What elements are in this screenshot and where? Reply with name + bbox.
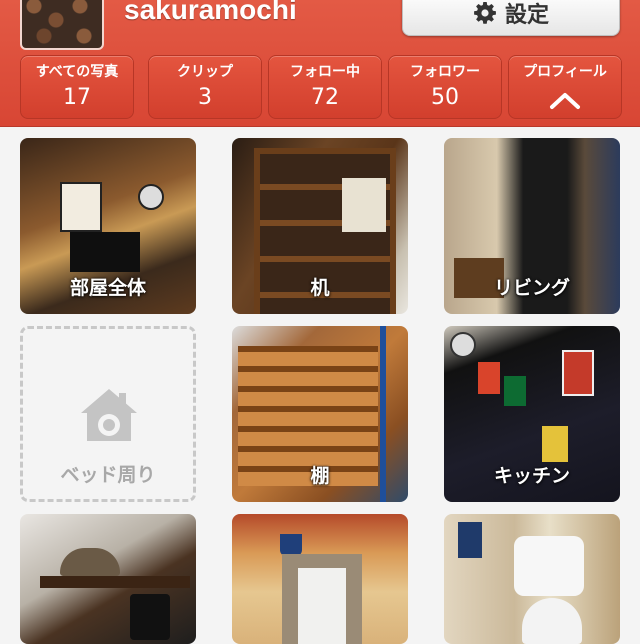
toilet-tank-image [514, 536, 584, 596]
album-tile-room[interactable]: 部屋全体 [20, 138, 196, 314]
album-caption: ベッド周り [60, 464, 156, 486]
tab-label: フォロワー [410, 64, 480, 80]
album-tile-living[interactable]: リビング [444, 138, 620, 314]
hat-image [60, 548, 120, 576]
album-tile-hats[interactable] [20, 514, 196, 644]
magazine-image [342, 178, 386, 232]
tab-count: 3 [198, 85, 212, 110]
postcard-image [542, 426, 568, 462]
chevron-up-icon [550, 93, 580, 109]
tab-all-photos[interactable]: すべての写真 17 [20, 55, 134, 119]
profile-header: sakuramochi 設定 すべての写真 17 クリップ 3 フォロー中 72… [0, 0, 640, 127]
album-tile-switch[interactable] [232, 514, 408, 644]
poster-image [458, 522, 482, 558]
album-tile-kitchen[interactable]: キッチン [444, 326, 620, 502]
profile-tabs: すべての写真 17 クリップ 3 フォロー中 72 フォロワー 50 プロフィー… [20, 55, 622, 119]
tab-count: 72 [311, 85, 339, 110]
tab-count: 50 [431, 85, 459, 110]
album-caption: 部屋全体 [69, 277, 146, 299]
clock-image [450, 332, 476, 358]
cup-image [280, 534, 302, 556]
toilet-seat-image [522, 598, 582, 644]
settings-button[interactable]: 設定 [402, 0, 620, 36]
avatar[interactable] [20, 0, 104, 50]
tv-image [70, 232, 140, 272]
gear-icon [474, 2, 496, 24]
settings-label: 設定 [504, 3, 549, 28]
tab-label: フォロー中 [290, 64, 360, 80]
album-caption: 机 [310, 277, 330, 299]
tab-label: すべての写真 [35, 64, 119, 80]
album-caption: リビング [493, 277, 570, 299]
album-tile-desk[interactable]: 机 [232, 138, 408, 314]
house-camera-icon [81, 389, 137, 441]
postcard-image [562, 350, 594, 396]
tab-profile[interactable]: プロフィール [508, 55, 622, 119]
poster-image [60, 182, 102, 232]
switch-plate-image [298, 568, 346, 644]
postcard-image [504, 376, 526, 406]
postcard-image [478, 362, 500, 394]
album-tile-toilet[interactable] [444, 514, 620, 644]
album-caption: 棚 [310, 465, 330, 487]
bag-image [130, 594, 170, 640]
tab-followers[interactable]: フォロワー 50 [388, 55, 502, 119]
tab-following[interactable]: フォロー中 72 [268, 55, 382, 119]
username: sakuramochi [124, 0, 297, 25]
tab-clips[interactable]: クリップ 3 [148, 55, 262, 119]
wall-clock-image [138, 184, 164, 210]
tab-count: 17 [63, 85, 91, 110]
tab-label: クリップ [177, 64, 233, 80]
shelf-board-image [40, 576, 190, 588]
album-tile-shelf[interactable]: 棚 [232, 326, 408, 502]
tab-label: プロフィール [523, 64, 607, 80]
album-tile-bed-empty[interactable]: ベッド周り [20, 326, 196, 502]
album-caption: キッチン [493, 465, 570, 487]
